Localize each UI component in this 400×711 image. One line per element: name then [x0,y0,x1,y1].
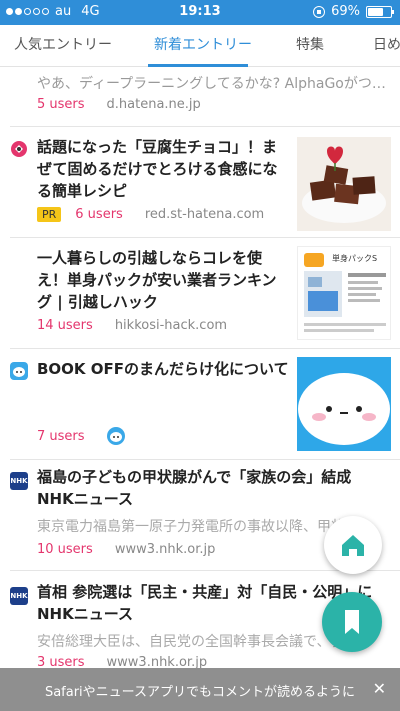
bookmark-count[interactable]: 7 users [37,429,85,444]
entry-domain: red.st-hatena.com [144,207,265,222]
entry-title[interactable]: BOOK OFFのまんだらけ化について [37,358,292,380]
blog-favicon-icon [10,362,28,380]
author-avatar-icon[interactable] [106,427,125,445]
entry-title[interactable]: 話題になった「豆腐生チョコ」！ま ぜて固めるだけでとろける食感にな る簡単レシピ [37,136,292,202]
battery-percent: 69% [331,4,360,19]
bookmark-count[interactable]: 10 users [37,542,93,557]
tab-daily[interactable]: 日め [373,25,400,67]
tab-features[interactable]: 特集 [296,25,324,67]
thumbnail-caption: 単身パックS [332,254,378,263]
home-icon [342,535,364,556]
entry-domain: hikkosi-hack.com [114,318,228,333]
nhk-favicon-icon: NHK [10,472,28,490]
banner-text: Safariやニュースアプリでもコメントが読めるように [44,685,356,700]
entry-meta: 14 users hikkosi-hack.com [37,318,227,333]
promo-banner[interactable]: Safariやニュースアプリでもコメントが読めるように ✕ [0,668,400,711]
bookmark-count[interactable]: 5 users [37,97,85,112]
entry-domain: d.hatena.ne.jp [106,97,201,112]
list-item[interactable]: BOOK OFFのまんだらけ化について 7 users [0,349,400,460]
list-item[interactable]: 一人暮らしの引越しならコレを使 え！単身パックが安い業者ランキン グ | 引越し… [0,238,400,349]
category-tabs: 人気エントリー 新着エントリー 特集 日め [0,25,400,67]
entry-meta: PR 6 users red.st-hatena.com [37,207,264,222]
status-bar: au 4G 19:13 69% [0,0,400,25]
nhk-favicon-icon: NHK [10,587,28,605]
tab-popular[interactable]: 人気エントリー [14,25,112,67]
pr-badge: PR [37,207,62,222]
entry-domain: www3.nhk.or.jp [114,542,216,557]
entry-excerpt: 安倍総理大臣は、自民党の全国幹事長会議で、参 [37,634,337,650]
moving-pack-thumbnail[interactable]: 単身パックS [297,246,391,340]
rotation-lock-icon [313,5,326,18]
list-item[interactable]: 話題になった「豆腐生チョコ」！ま ぜて固めるだけでとろける食感にな る簡単レシピ… [0,127,400,238]
entry-meta: 5 users d.hatena.ne.jp [37,97,201,112]
entry-excerpt: やあ、ディープラーニングしてるかな? AlphaGoがつ… [37,76,386,92]
entry-meta: 10 users www3.nhk.or.jp [37,542,215,557]
entry-meta: 7 users [37,427,125,445]
chocolate-thumbnail[interactable] [297,137,391,231]
bookmark-count[interactable]: 14 users [37,318,93,333]
entry-title[interactable]: 一人暮らしの引越しならコレを使 え！単身パックが安い業者ランキン グ | 引越し… [37,247,292,313]
entry-excerpt: 東京電力福島第一原子力発電所の事故以降、甲状 [37,519,345,535]
list-item[interactable]: やあ、ディープラーニングしてるかな? AlphaGoがつ… 5 users d.… [0,67,400,127]
bookmark-button[interactable] [322,592,382,652]
home-button[interactable] [324,516,382,574]
close-icon[interactable]: ✕ [373,679,386,698]
battery-icon [366,5,394,18]
face-thumbnail[interactable] [297,357,391,451]
bookmark-icon [345,610,359,634]
tab-new[interactable]: 新着エントリー [154,25,252,67]
hatena-favicon-icon [10,140,28,158]
entry-title[interactable]: 福島の子どもの甲状腺がんで「家族の会」結成 NHKニュース [37,466,387,510]
bookmark-count[interactable]: 6 users [75,207,123,222]
